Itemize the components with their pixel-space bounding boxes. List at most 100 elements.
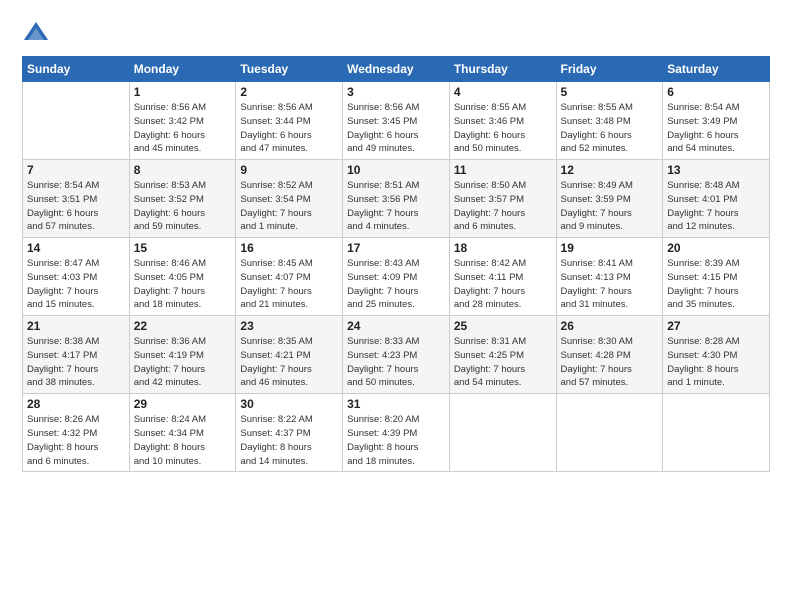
- day-info: Sunrise: 8:20 AM Sunset: 4:39 PM Dayligh…: [347, 413, 445, 468]
- day-number: 31: [347, 397, 445, 411]
- day-number: 16: [240, 241, 338, 255]
- day-cell: [556, 394, 663, 472]
- week-row-2: 7 Sunrise: 8:54 AM Sunset: 3:51 PM Daylig…: [23, 160, 770, 238]
- header-day-saturday: Saturday: [663, 57, 770, 82]
- day-cell: 5Sunrise: 8:55 AM Sunset: 3:48 PM Daylig…: [556, 82, 663, 160]
- day-cell: 26 Sunrise: 8:30 AM Sunset: 4:28 PM Dayli…: [556, 316, 663, 394]
- page: SundayMondayTuesdayWednesdayThursdayFrid…: [0, 0, 792, 612]
- day-cell: 25 Sunrise: 8:31 AM Sunset: 4:25 PM Dayli…: [449, 316, 556, 394]
- day-cell: 22 Sunrise: 8:36 AM Sunset: 4:19 PM Dayli…: [129, 316, 236, 394]
- day-number: 6: [667, 85, 765, 99]
- day-number: 24: [347, 319, 445, 333]
- day-info: Sunrise: 8:43 AM Sunset: 4:09 PM Dayligh…: [347, 257, 445, 312]
- day-info: Sunrise: 8:24 AM Sunset: 4:34 PM Dayligh…: [134, 413, 232, 468]
- day-number: 15: [134, 241, 232, 255]
- day-info: Sunrise: 8:38 AM Sunset: 4:17 PM Dayligh…: [27, 335, 125, 390]
- day-cell: 1Sunrise: 8:56 AM Sunset: 3:42 PM Daylig…: [129, 82, 236, 160]
- day-info: Sunrise: 8:47 AM Sunset: 4:03 PM Dayligh…: [27, 257, 125, 312]
- day-info: Sunrise: 8:51 AM Sunset: 3:56 PM Dayligh…: [347, 179, 445, 234]
- header-day-sunday: Sunday: [23, 57, 130, 82]
- day-cell: [663, 394, 770, 472]
- day-cell: 28 Sunrise: 8:26 AM Sunset: 4:32 PM Dayli…: [23, 394, 130, 472]
- day-number: 23: [240, 319, 338, 333]
- day-number: 26: [561, 319, 659, 333]
- day-cell: 31 Sunrise: 8:20 AM Sunset: 4:39 PM Dayli…: [343, 394, 450, 472]
- day-cell: 18 Sunrise: 8:42 AM Sunset: 4:11 PM Dayli…: [449, 238, 556, 316]
- day-cell: 23 Sunrise: 8:35 AM Sunset: 4:21 PM Dayli…: [236, 316, 343, 394]
- day-info: Sunrise: 8:45 AM Sunset: 4:07 PM Dayligh…: [240, 257, 338, 312]
- day-info: Sunrise: 8:42 AM Sunset: 4:11 PM Dayligh…: [454, 257, 552, 312]
- day-info: Sunrise: 8:28 AM Sunset: 4:30 PM Dayligh…: [667, 335, 765, 390]
- day-cell: 2 Sunrise: 8:56 AM Sunset: 3:44 PM Daylig…: [236, 82, 343, 160]
- day-number: 20: [667, 241, 765, 255]
- day-cell: 9Sunrise: 8:52 AM Sunset: 3:54 PM Daylig…: [236, 160, 343, 238]
- day-info: Sunrise: 8:56 AM Sunset: 3:44 PM Dayligh…: [240, 101, 338, 156]
- day-number: 10: [347, 163, 445, 177]
- week-row-5: 28 Sunrise: 8:26 AM Sunset: 4:32 PM Dayli…: [23, 394, 770, 472]
- header-day-friday: Friday: [556, 57, 663, 82]
- logo: [22, 18, 54, 46]
- day-cell: 29 Sunrise: 8:24 AM Sunset: 4:34 PM Dayli…: [129, 394, 236, 472]
- day-number: 18: [454, 241, 552, 255]
- day-info: Sunrise: 8:49 AM Sunset: 3:59 PM Dayligh…: [561, 179, 659, 234]
- day-cell: 24 Sunrise: 8:33 AM Sunset: 4:23 PM Dayli…: [343, 316, 450, 394]
- day-info: Sunrise: 8:46 AM Sunset: 4:05 PM Dayligh…: [134, 257, 232, 312]
- day-cell: [23, 82, 130, 160]
- week-row-1: 1Sunrise: 8:56 AM Sunset: 3:42 PM Daylig…: [23, 82, 770, 160]
- week-row-3: 14 Sunrise: 8:47 AM Sunset: 4:03 PM Dayli…: [23, 238, 770, 316]
- day-number: 29: [134, 397, 232, 411]
- day-number: 30: [240, 397, 338, 411]
- day-cell: 27 Sunrise: 8:28 AM Sunset: 4:30 PM Dayli…: [663, 316, 770, 394]
- day-info: Sunrise: 8:30 AM Sunset: 4:28 PM Dayligh…: [561, 335, 659, 390]
- day-number: 21: [27, 319, 125, 333]
- day-number: 19: [561, 241, 659, 255]
- day-cell: 8Sunrise: 8:53 AM Sunset: 3:52 PM Daylig…: [129, 160, 236, 238]
- header-row: SundayMondayTuesdayWednesdayThursdayFrid…: [23, 57, 770, 82]
- day-cell: 11Sunrise: 8:50 AM Sunset: 3:57 PM Dayli…: [449, 160, 556, 238]
- day-info: Sunrise: 8:41 AM Sunset: 4:13 PM Dayligh…: [561, 257, 659, 312]
- header-day-tuesday: Tuesday: [236, 57, 343, 82]
- day-info: Sunrise: 8:55 AM Sunset: 3:46 PM Dayligh…: [454, 101, 552, 156]
- day-cell: 6 Sunrise: 8:54 AM Sunset: 3:49 PM Daylig…: [663, 82, 770, 160]
- day-info: Sunrise: 8:48 AM Sunset: 4:01 PM Dayligh…: [667, 179, 765, 234]
- day-number: 8: [134, 163, 232, 177]
- header-day-monday: Monday: [129, 57, 236, 82]
- day-cell: 17Sunrise: 8:43 AM Sunset: 4:09 PM Dayli…: [343, 238, 450, 316]
- day-cell: 4 Sunrise: 8:55 AM Sunset: 3:46 PM Daylig…: [449, 82, 556, 160]
- day-info: Sunrise: 8:55 AM Sunset: 3:48 PM Dayligh…: [561, 101, 659, 156]
- day-number: 3: [347, 85, 445, 99]
- day-cell: 15 Sunrise: 8:46 AM Sunset: 4:05 PM Dayli…: [129, 238, 236, 316]
- day-info: Sunrise: 8:52 AM Sunset: 3:54 PM Dayligh…: [240, 179, 338, 234]
- day-info: Sunrise: 8:56 AM Sunset: 3:42 PM Dayligh…: [134, 101, 232, 156]
- day-info: Sunrise: 8:39 AM Sunset: 4:15 PM Dayligh…: [667, 257, 765, 312]
- day-cell: [449, 394, 556, 472]
- day-cell: 12 Sunrise: 8:49 AM Sunset: 3:59 PM Dayli…: [556, 160, 663, 238]
- day-info: Sunrise: 8:36 AM Sunset: 4:19 PM Dayligh…: [134, 335, 232, 390]
- header-day-thursday: Thursday: [449, 57, 556, 82]
- day-cell: 30Sunrise: 8:22 AM Sunset: 4:37 PM Dayli…: [236, 394, 343, 472]
- day-cell: 21 Sunrise: 8:38 AM Sunset: 4:17 PM Dayli…: [23, 316, 130, 394]
- day-info: Sunrise: 8:26 AM Sunset: 4:32 PM Dayligh…: [27, 413, 125, 468]
- week-row-4: 21 Sunrise: 8:38 AM Sunset: 4:17 PM Dayli…: [23, 316, 770, 394]
- day-cell: 16 Sunrise: 8:45 AM Sunset: 4:07 PM Dayli…: [236, 238, 343, 316]
- day-number: 27: [667, 319, 765, 333]
- day-info: Sunrise: 8:54 AM Sunset: 3:49 PM Dayligh…: [667, 101, 765, 156]
- day-info: Sunrise: 8:31 AM Sunset: 4:25 PM Dayligh…: [454, 335, 552, 390]
- day-number: 2: [240, 85, 338, 99]
- day-info: Sunrise: 8:35 AM Sunset: 4:21 PM Dayligh…: [240, 335, 338, 390]
- day-number: 25: [454, 319, 552, 333]
- day-number: 11: [454, 163, 552, 177]
- day-cell: 20 Sunrise: 8:39 AM Sunset: 4:15 PM Dayli…: [663, 238, 770, 316]
- day-number: 7: [27, 163, 125, 177]
- day-number: 14: [27, 241, 125, 255]
- day-number: 22: [134, 319, 232, 333]
- day-number: 28: [27, 397, 125, 411]
- header-day-wednesday: Wednesday: [343, 57, 450, 82]
- day-info: Sunrise: 8:54 AM Sunset: 3:51 PM Dayligh…: [27, 179, 125, 234]
- header: [22, 18, 770, 46]
- day-info: Sunrise: 8:33 AM Sunset: 4:23 PM Dayligh…: [347, 335, 445, 390]
- day-number: 12: [561, 163, 659, 177]
- day-cell: 10 Sunrise: 8:51 AM Sunset: 3:56 PM Dayli…: [343, 160, 450, 238]
- day-number: 4: [454, 85, 552, 99]
- day-number: 13: [667, 163, 765, 177]
